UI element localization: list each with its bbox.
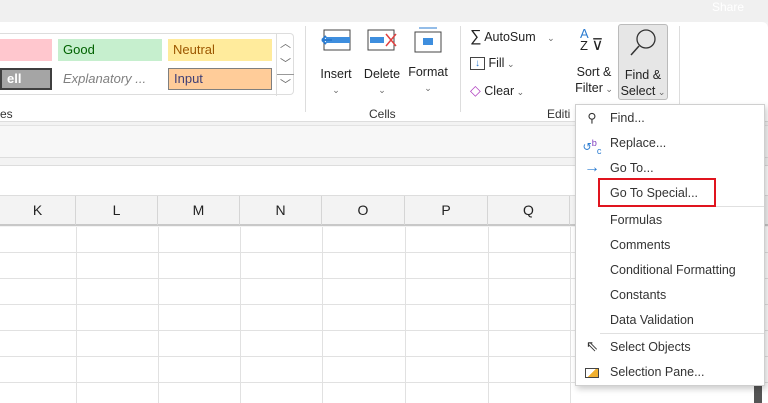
menu-label: Formulas (610, 213, 663, 227)
menu-item-data-validation[interactable]: Data Validation (576, 308, 764, 332)
expand-gallery-icon[interactable]: ﹀ (277, 74, 294, 95)
autosum-button[interactable]: ∑ AutoSum ⌄ (470, 27, 555, 47)
format-label: Format (408, 65, 448, 79)
insert-label: Insert (320, 67, 352, 81)
menu-label: Go To... (610, 161, 654, 175)
format-cells-icon (414, 27, 442, 53)
sigma-icon: ∑ (470, 28, 482, 45)
arrow-right-icon: → (584, 159, 600, 176)
column-header[interactable]: Q (488, 196, 570, 225)
menu-item-replace[interactable]: ↺bc Replace... (576, 131, 764, 156)
menu-label: Find... (610, 111, 645, 125)
cells-group-label: Cells (369, 107, 396, 121)
styles-group-label: es (0, 107, 13, 121)
menu-item-comments[interactable]: Comments (576, 233, 764, 257)
style-input[interactable]: Input (168, 68, 272, 90)
sort-label: Sort & (576, 65, 612, 79)
sort-filter-icon: AZ ⊽ (580, 26, 604, 54)
delete-button[interactable]: Delete ⌄ (361, 28, 403, 98)
fill-button[interactable]: ↓ Fill ⌄ (470, 53, 515, 73)
cell-styles-gallery: Good Neutral ell Explanatory ... Input ︿… (0, 33, 294, 96)
delete-label: Delete (363, 67, 401, 81)
scroll-down-icon[interactable]: ﹀ (277, 54, 294, 74)
menu-label: Data Validation (610, 313, 694, 327)
clear-label: Clear (484, 84, 515, 98)
format-button[interactable]: Format ⌄ (406, 26, 450, 96)
column-header[interactable]: N (240, 196, 322, 225)
fill-label: Fill (488, 56, 505, 70)
column-header[interactable]: L (76, 196, 158, 225)
style-bad[interactable] (0, 39, 52, 61)
style-check-cell[interactable]: ell (0, 68, 52, 90)
gallery-scroll[interactable]: ︿ ﹀ ﹀ (276, 34, 294, 96)
menu-label: Constants (610, 288, 667, 302)
selection-pane-icon (582, 360, 602, 384)
column-header[interactable]: M (158, 196, 240, 225)
column-header[interactable]: O (322, 196, 405, 225)
autosum-label: AutoSum (484, 30, 536, 44)
column-header[interactable]: K (0, 196, 76, 225)
delete-cells-icon (367, 29, 397, 51)
select-label: Select (620, 84, 656, 98)
column-header[interactable]: P (405, 196, 488, 225)
insert-cells-icon (321, 29, 351, 51)
menu-label: Conditional Formatting (610, 263, 736, 277)
sort-filter-button[interactable]: AZ ⊽ Sort & Filter ⌄ (572, 26, 616, 97)
search-icon: ⚲ (587, 111, 597, 125)
menu-item-go-to[interactable]: → Go To... (576, 156, 764, 180)
find-select-label: Find & (624, 68, 662, 82)
editing-group-label: Editi (547, 107, 571, 121)
find-select-button[interactable]: Find & Select ⌄ (618, 24, 668, 100)
menu-item-find[interactable]: ⚲ Find... (576, 106, 764, 130)
fill-down-icon: ↓ (470, 57, 485, 71)
insert-button[interactable]: Insert ⌄ (316, 28, 356, 98)
style-neutral[interactable]: Neutral (168, 39, 272, 61)
pointer-icon: ⇖ (585, 338, 599, 355)
style-explanatory[interactable]: Explanatory ... (58, 68, 162, 90)
menu-label: Comments (610, 238, 671, 252)
share-button[interactable]: Share (712, 0, 744, 14)
menu-item-select-objects[interactable]: ⇖ Select Objects (576, 335, 764, 359)
menu-item-formulas[interactable]: Formulas (576, 208, 764, 232)
scroll-up-icon[interactable]: ︿ (277, 34, 294, 54)
title-bar: Share (0, 0, 768, 22)
menu-item-conditional-formatting[interactable]: Conditional Formatting (576, 258, 764, 282)
filter-label: Filter (575, 81, 603, 95)
clear-button[interactable]: ◇ Clear ⌄ (470, 80, 524, 100)
find-select-menu: ⚲ Find... ↺bc Replace... → Go To... Go To S… (575, 104, 765, 386)
menu-label: Select Objects (610, 340, 691, 354)
menu-item-selection-pane[interactable]: Selection Pane... (576, 360, 764, 384)
menu-label: Replace... (610, 136, 667, 150)
style-good[interactable]: Good (58, 39, 162, 61)
menu-item-constants[interactable]: Constants (576, 283, 764, 307)
menu-label: Selection Pane... (610, 365, 705, 379)
highlight-box (598, 178, 716, 207)
eraser-icon: ◇ (470, 82, 481, 98)
magnifier-icon (630, 29, 656, 56)
